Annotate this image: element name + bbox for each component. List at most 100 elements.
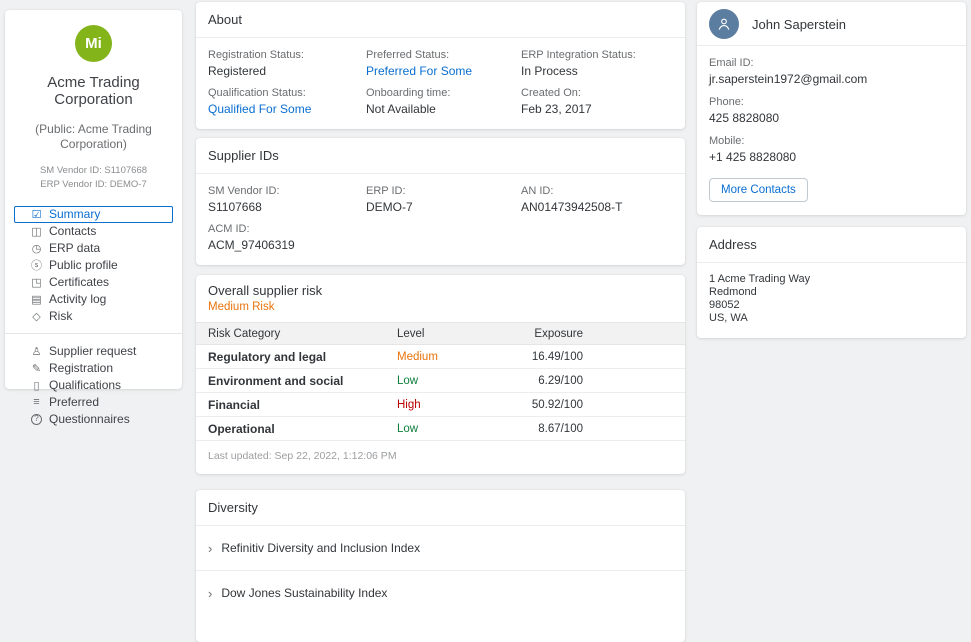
registration-icon: ✎ xyxy=(30,362,43,375)
table-row: Financial High 50.92/100 xyxy=(196,393,685,417)
company-logo: Mi xyxy=(75,25,112,62)
sidebar-nav: ☑ Summary ◫ Contacts ◷ ERP data ⓢ Public… xyxy=(5,206,182,428)
onboarding-time-label: Onboarding time: xyxy=(366,87,521,99)
sidebar-item-registration[interactable]: ✎ Registration xyxy=(14,360,173,377)
sidebar-item-summary[interactable]: ☑ Summary xyxy=(14,206,173,223)
sidebar-item-preferred[interactable]: ≡ Preferred xyxy=(14,394,173,411)
certificates-icon: ◳ xyxy=(30,276,43,289)
risk-col-exposure: Exposure xyxy=(507,328,583,340)
risk-exposure: 16.49/100 xyxy=(507,351,583,363)
overall-risk-level: Medium Risk xyxy=(208,301,673,313)
erp-integration-status-value: In Process xyxy=(521,64,673,78)
registration-status-value: Registered xyxy=(208,64,366,78)
risk-col-category: Risk Category xyxy=(208,328,397,340)
sidebar: Mi Acme Trading Corporation (Public: Acm… xyxy=(5,10,182,389)
diversity-item-dow-jones[interactable]: › Dow Jones Sustainability Index xyxy=(196,570,685,615)
sm-vendor-id-label: SM Vendor ID: xyxy=(40,165,102,176)
sidebar-item-certificates[interactable]: ◳ Certificates xyxy=(14,274,173,291)
preferred-status-field: Preferred Status: Preferred For Some xyxy=(366,49,521,78)
table-row: Environment and social Low 6.29/100 xyxy=(196,369,685,393)
supplier-ids-card: Supplier IDs SM Vendor ID: S1107668 ERP … xyxy=(196,138,685,265)
supplier-request-icon: ♙ xyxy=(30,345,43,358)
phone-field: Phone: 425 8828080 xyxy=(709,96,954,125)
acm-id-value: ACM_97406319 xyxy=(208,238,366,252)
created-on-field: Created On: Feb 23, 2017 xyxy=(521,87,673,116)
risk-category: Environment and social xyxy=(208,374,397,388)
sidebar-item-label: Registration xyxy=(49,361,113,375)
an-id-label: AN ID: xyxy=(521,185,673,197)
contact-name: John Saperstein xyxy=(752,17,846,32)
avatar xyxy=(709,9,739,39)
erp-vendor-id: ERP Vendor ID: DEMO-7 xyxy=(5,178,182,193)
sidebar-item-supplier-request[interactable]: ♙ Supplier request xyxy=(14,343,173,360)
sm-vendor-id-field: SM Vendor ID: S1107668 xyxy=(208,185,366,214)
supplier-ids-fields: SM Vendor ID: S1107668 ERP ID: DEMO-7 AN… xyxy=(196,174,685,265)
risk-level: Medium xyxy=(397,351,507,363)
sidebar-item-erp-data[interactable]: ◷ ERP data xyxy=(14,240,173,257)
registration-status-field: Registration Status: Registered xyxy=(208,49,366,78)
sidebar-item-qualifications[interactable]: ▯ Qualifications xyxy=(14,377,173,394)
table-row: Regulatory and legal Medium 16.49/100 xyxy=(196,345,685,369)
supplier-ids-header: Supplier IDs xyxy=(196,138,685,174)
risk-title: Overall supplier risk xyxy=(208,283,673,298)
chevron-right-icon: › xyxy=(208,587,212,600)
sidebar-item-label: Certificates xyxy=(49,275,109,289)
sm-vendor-id-value: S1107668 xyxy=(208,200,366,214)
about-title: About xyxy=(208,12,242,27)
acm-id-label: ACM ID: xyxy=(208,223,366,235)
risk-exposure: 6.29/100 xyxy=(507,375,583,387)
about-card: About Registration Status: Registered Pr… xyxy=(196,2,685,129)
onboarding-time-value: Not Available xyxy=(366,102,521,116)
sidebar-item-label: Qualifications xyxy=(49,378,121,392)
mobile-field: Mobile: +1 425 8828080 xyxy=(709,135,954,164)
sidebar-item-label: Summary xyxy=(49,207,100,221)
preferred-status-link[interactable]: Preferred For Some xyxy=(366,64,521,78)
contact-details: Email ID: jr.saperstein1972@gmail.com Ph… xyxy=(697,46,966,215)
erp-data-icon: ◷ xyxy=(30,242,43,255)
risk-card: Overall supplier risk Medium Risk Risk C… xyxy=(196,275,685,474)
sidebar-item-activity-log[interactable]: ▤ Activity log xyxy=(14,291,173,308)
email-link[interactable]: jr.saperstein1972@gmail.com xyxy=(709,72,954,86)
address-header: Address xyxy=(697,227,966,263)
risk-category: Financial xyxy=(208,398,397,412)
more-contacts-button[interactable]: More Contacts xyxy=(709,178,808,202)
sidebar-item-risk[interactable]: ◇ Risk xyxy=(14,308,173,325)
main-content: About Registration Status: Registered Pr… xyxy=(196,2,685,642)
contact-card: John Saperstein Email ID: jr.saperstein1… xyxy=(697,2,966,215)
created-on-label: Created On: xyxy=(521,87,673,99)
mobile-label: Mobile: xyxy=(709,135,954,147)
erp-vendor-id-label: ERP Vendor ID: xyxy=(40,179,107,190)
about-fields: Registration Status: Registered Preferre… xyxy=(196,38,685,129)
an-id-field: AN ID: AN01473942508-T xyxy=(521,185,673,214)
acm-id-field: ACM ID: ACM_97406319 xyxy=(208,223,366,252)
sm-vendor-id-label: SM Vendor ID: xyxy=(208,185,366,197)
created-on-value: Feb 23, 2017 xyxy=(521,102,673,116)
risk-level: Low xyxy=(397,423,507,435)
sidebar-item-public-profile[interactable]: ⓢ Public profile xyxy=(14,257,173,274)
supplier-ids-title: Supplier IDs xyxy=(208,148,279,163)
sidebar-item-label: Risk xyxy=(49,309,72,323)
diversity-item-refinitiv[interactable]: › Refinitiv Diversity and Inclusion Inde… xyxy=(196,526,685,570)
risk-category: Regulatory and legal xyxy=(208,350,397,364)
sidebar-item-label: Questionnaires xyxy=(49,412,130,426)
sidebar-item-label: ERP data xyxy=(49,241,100,255)
address-title: Address xyxy=(709,237,757,252)
contacts-icon: ◫ xyxy=(30,225,43,238)
risk-table-header: Risk Category Level Exposure xyxy=(196,322,685,345)
erp-integration-status-field: ERP Integration Status: In Process xyxy=(521,49,673,78)
diversity-title: Diversity xyxy=(208,500,258,515)
email-field: Email ID: jr.saperstein1972@gmail.com xyxy=(709,57,954,86)
sidebar-item-questionnaires[interactable]: ? Questionnaires xyxy=(14,411,173,428)
questionnaires-icon: ? xyxy=(30,414,43,425)
sidebar-item-label: Supplier request xyxy=(49,344,136,358)
qualification-status-link[interactable]: Qualified For Some xyxy=(208,102,366,116)
sidebar-item-label: Contacts xyxy=(49,224,96,238)
sidebar-item-contacts[interactable]: ◫ Contacts xyxy=(14,223,173,240)
chevron-right-icon: › xyxy=(208,542,212,555)
risk-category: Operational xyxy=(208,422,397,436)
risk-col-level: Level xyxy=(397,328,507,340)
preferred-icon: ≡ xyxy=(30,396,43,408)
erp-vendor-id-value: DEMO-7 xyxy=(110,179,147,190)
company-logo-initials: Mi xyxy=(85,35,102,52)
right-panel: John Saperstein Email ID: jr.saperstein1… xyxy=(697,2,966,338)
